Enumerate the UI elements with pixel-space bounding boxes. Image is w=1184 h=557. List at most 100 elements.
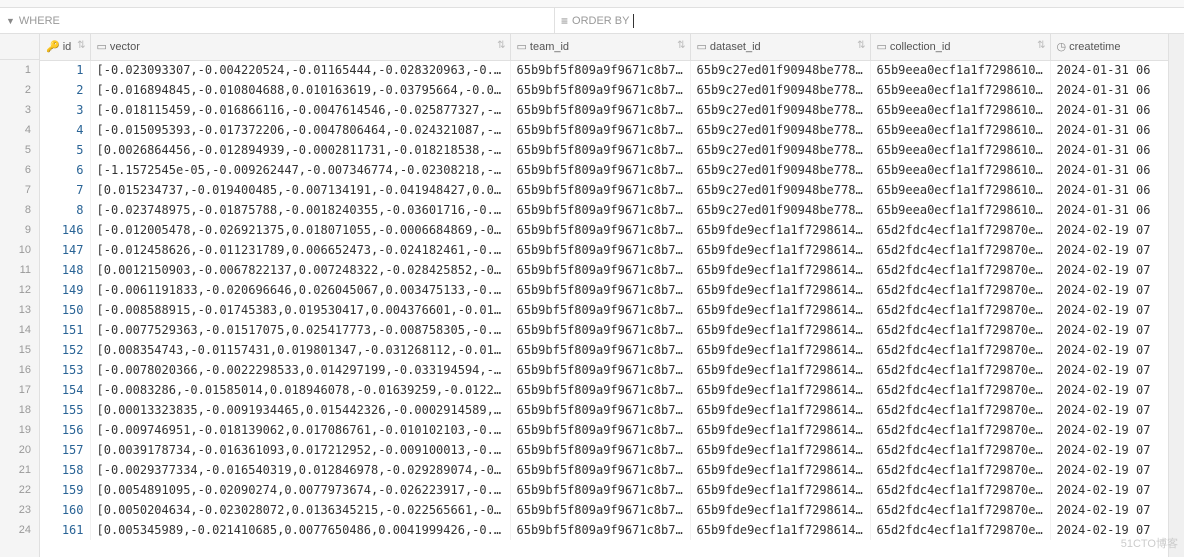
cell-id[interactable]: 3: [40, 100, 90, 120]
cell-dataset-id[interactable]: 65b9c27ed01f90948be77844: [690, 80, 870, 100]
cell-collection-id[interactable]: 65b9eea0ecf1a1f7298610fb: [870, 180, 1050, 200]
col-header-id[interactable]: 🔑id⇅: [40, 34, 90, 60]
cell-collection-id[interactable]: 65d2fdc4ecf1a1f729870ecb: [870, 480, 1050, 500]
cell-vector[interactable]: [-0.009746951,-0.018139062,0.017086761,-…: [90, 420, 510, 440]
cell-vector[interactable]: [-0.008588915,-0.01745383,0.019530417,0.…: [90, 300, 510, 320]
cell-createtime[interactable]: 2024-02-19 07: [1050, 260, 1168, 280]
cell-collection-id[interactable]: 65d2fdc4ecf1a1f729870ecb: [870, 360, 1050, 380]
cell-vector[interactable]: [0.0012150903,-0.0067822137,0.007248322,…: [90, 260, 510, 280]
row-number[interactable]: 4: [0, 120, 39, 140]
cell-dataset-id[interactable]: 65b9c27ed01f90948be77844: [690, 140, 870, 160]
row-number[interactable]: 15: [0, 340, 39, 360]
cell-collection-id[interactable]: 65b9eea0ecf1a1f7298610fb: [870, 200, 1050, 220]
cell-id[interactable]: 4: [40, 120, 90, 140]
orderby-filter[interactable]: ORDER BY: [555, 8, 1184, 33]
cell-createtime[interactable]: 2024-02-19 07: [1050, 460, 1168, 480]
cell-team-id[interactable]: 65b9bf5f809a9f9671c8b7e2: [510, 460, 690, 480]
row-number[interactable]: 21: [0, 460, 39, 480]
cell-createtime[interactable]: 2024-01-31 06: [1050, 100, 1168, 120]
row-number[interactable]: 5: [0, 140, 39, 160]
cell-team-id[interactable]: 65b9bf5f809a9f9671c8b7e2: [510, 80, 690, 100]
table-row[interactable]: 7[0.015234737,-0.019400485,-0.007134191,…: [40, 180, 1168, 200]
cell-id[interactable]: 159: [40, 480, 90, 500]
cell-dataset-id[interactable]: 65b9fde9ecf1a1f729861414: [690, 460, 870, 480]
cell-createtime[interactable]: 2024-01-31 06: [1050, 140, 1168, 160]
col-header-vector[interactable]: ▭vector⇅: [90, 34, 510, 60]
cell-vector[interactable]: [-0.0061191833,-0.020696646,0.026045067,…: [90, 280, 510, 300]
cell-vector[interactable]: [0.0050204634,-0.023028072,0.0136345215,…: [90, 500, 510, 520]
cell-team-id[interactable]: 65b9bf5f809a9f9671c8b7e2: [510, 240, 690, 260]
row-number[interactable]: 14: [0, 320, 39, 340]
cell-team-id[interactable]: 65b9bf5f809a9f9671c8b7e2: [510, 480, 690, 500]
row-number[interactable]: 24: [0, 520, 39, 540]
cell-vector[interactable]: [0.008354743,-0.01157431,0.019801347,-0.…: [90, 340, 510, 360]
table-row[interactable]: 151[-0.0077529363,-0.01517075,0.02541777…: [40, 320, 1168, 340]
cell-collection-id[interactable]: 65d2fdc4ecf1a1f729870ecb: [870, 400, 1050, 420]
row-number[interactable]: 13: [0, 300, 39, 320]
table-row[interactable]: 146[-0.012005478,-0.026921375,0.01807105…: [40, 220, 1168, 240]
cell-createtime[interactable]: 2024-02-19 07: [1050, 420, 1168, 440]
cell-vector[interactable]: [0.0026864456,-0.012894939,-0.0002811731…: [90, 140, 510, 160]
table-row[interactable]: 158[-0.0029377334,-0.016540319,0.0128469…: [40, 460, 1168, 480]
row-number[interactable]: 17: [0, 380, 39, 400]
cell-id[interactable]: 1: [40, 60, 90, 80]
row-number[interactable]: 18: [0, 400, 39, 420]
row-number[interactable]: 8: [0, 200, 39, 220]
cell-dataset-id[interactable]: 65b9fde9ecf1a1f729861414: [690, 520, 870, 540]
cell-vector[interactable]: [-0.016894845,-0.010804688,0.010163619,-…: [90, 80, 510, 100]
table-row[interactable]: 1[-0.023093307,-0.004220524,-0.01165444,…: [40, 60, 1168, 80]
table-row[interactable]: 8[-0.023748975,-0.01875788,-0.0018240355…: [40, 200, 1168, 220]
vertical-scrollbar[interactable]: [1168, 34, 1184, 557]
table-row[interactable]: 2[-0.016894845,-0.010804688,0.010163619,…: [40, 80, 1168, 100]
cell-vector[interactable]: [0.0039178734,-0.016361093,0.017212952,-…: [90, 440, 510, 460]
cell-id[interactable]: 153: [40, 360, 90, 380]
cell-collection-id[interactable]: 65d2fdc4ecf1a1f729870ecb: [870, 520, 1050, 540]
cell-dataset-id[interactable]: 65b9fde9ecf1a1f729861414: [690, 420, 870, 440]
cell-createtime[interactable]: 2024-02-19 07: [1050, 300, 1168, 320]
cell-collection-id[interactable]: 65d2fdc4ecf1a1f729870ecb: [870, 420, 1050, 440]
cell-vector[interactable]: [0.0054891095,-0.02090274,0.0077973674,-…: [90, 480, 510, 500]
cell-vector[interactable]: [-0.0083286,-0.01585014,0.018946078,-0.0…: [90, 380, 510, 400]
cell-collection-id[interactable]: 65b9eea0ecf1a1f7298610fb: [870, 60, 1050, 80]
table-row[interactable]: 5[0.0026864456,-0.012894939,-0.000281173…: [40, 140, 1168, 160]
cell-createtime[interactable]: 2024-02-19 07: [1050, 400, 1168, 420]
table-row[interactable]: 161[0.005345989,-0.021410685,0.007765048…: [40, 520, 1168, 540]
cell-team-id[interactable]: 65b9bf5f809a9f9671c8b7e2: [510, 280, 690, 300]
cell-team-id[interactable]: 65b9bf5f809a9f9671c8b7e2: [510, 400, 690, 420]
col-header-collection[interactable]: ▭collection_id⇅: [870, 34, 1050, 60]
cell-dataset-id[interactable]: 65b9c27ed01f90948be77844: [690, 200, 870, 220]
table-row[interactable]: 150[-0.008588915,-0.01745383,0.019530417…: [40, 300, 1168, 320]
cell-vector[interactable]: [-0.012458626,-0.011231789,0.006652473,-…: [90, 240, 510, 260]
cell-id[interactable]: 161: [40, 520, 90, 540]
cell-team-id[interactable]: 65b9bf5f809a9f9671c8b7e2: [510, 340, 690, 360]
cell-collection-id[interactable]: 65b9eea0ecf1a1f7298610fb: [870, 100, 1050, 120]
cell-dataset-id[interactable]: 65b9fde9ecf1a1f729861414: [690, 320, 870, 340]
cell-team-id[interactable]: 65b9bf5f809a9f9671c8b7e2: [510, 440, 690, 460]
cell-vector[interactable]: [-1.1572545e-05,-0.009262447,-0.00734677…: [90, 160, 510, 180]
cell-collection-id[interactable]: 65d2fdc4ecf1a1f729870ecb: [870, 380, 1050, 400]
table-row[interactable]: 159[0.0054891095,-0.02090274,0.007797367…: [40, 480, 1168, 500]
cell-createtime[interactable]: 2024-02-19 07: [1050, 520, 1168, 540]
cell-createtime[interactable]: 2024-02-19 07: [1050, 280, 1168, 300]
cell-dataset-id[interactable]: 65b9c27ed01f90948be77844: [690, 160, 870, 180]
cell-team-id[interactable]: 65b9bf5f809a9f9671c8b7e2: [510, 120, 690, 140]
cell-createtime[interactable]: 2024-01-31 06: [1050, 60, 1168, 80]
cell-collection-id[interactable]: 65d2fdc4ecf1a1f729870ecb: [870, 220, 1050, 240]
cell-dataset-id[interactable]: 65b9fde9ecf1a1f729861414: [690, 400, 870, 420]
cell-vector[interactable]: [0.00013323835,-0.0091934465,0.015442326…: [90, 400, 510, 420]
cell-team-id[interactable]: 65b9bf5f809a9f9671c8b7e2: [510, 320, 690, 340]
row-number[interactable]: 11: [0, 260, 39, 280]
cell-collection-id[interactable]: 65d2fdc4ecf1a1f729870ecb: [870, 240, 1050, 260]
cell-id[interactable]: 152: [40, 340, 90, 360]
cell-vector[interactable]: [-0.0029377334,-0.016540319,0.012846978,…: [90, 460, 510, 480]
cell-id[interactable]: 6: [40, 160, 90, 180]
cell-createtime[interactable]: 2024-02-19 07: [1050, 240, 1168, 260]
cell-id[interactable]: 8: [40, 200, 90, 220]
cell-dataset-id[interactable]: 65b9fde9ecf1a1f729861414: [690, 260, 870, 280]
cell-vector[interactable]: [0.005345989,-0.021410685,0.0077650486,0…: [90, 520, 510, 540]
cell-createtime[interactable]: 2024-02-19 07: [1050, 500, 1168, 520]
cell-collection-id[interactable]: 65d2fdc4ecf1a1f729870ecb: [870, 300, 1050, 320]
cell-createtime[interactable]: 2024-01-31 06: [1050, 120, 1168, 140]
cell-collection-id[interactable]: 65b9eea0ecf1a1f7298610fb: [870, 120, 1050, 140]
cell-vector[interactable]: [-0.0078020366,-0.0022298533,0.014297199…: [90, 360, 510, 380]
